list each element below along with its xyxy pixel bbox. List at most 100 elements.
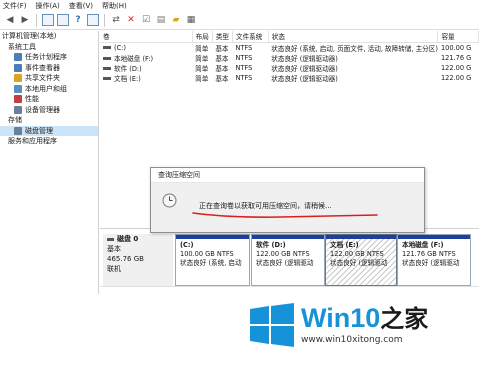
- dialog-title: 查询压缩空间: [151, 168, 424, 182]
- partition-d[interactable]: 软件 (D:) 122.00 GB NTFS 状态良好 (逻辑驱动: [251, 234, 325, 286]
- cell-text: NTFS: [235, 53, 253, 62]
- tree-item[interactable]: 存储: [0, 115, 98, 126]
- table-cell: 状态良好 (逻辑驱动器): [268, 73, 438, 83]
- table-cell: 122.00 G: [438, 63, 479, 73]
- delete-icon[interactable]: ✕: [125, 14, 137, 26]
- disk-size: 465.76 GB: [107, 255, 144, 263]
- menu-help[interactable]: 帮助(H): [102, 1, 127, 11]
- tree-item[interactable]: 本地用户和组: [0, 84, 98, 95]
- tree-item[interactable]: 服务和应用程序: [0, 136, 98, 147]
- dialog-body: 正在查询卷以获取可用压缩空间，请稍候...: [151, 182, 424, 232]
- disk-type: 基本: [107, 245, 121, 253]
- partition-f[interactable]: 本地磁盘 (F:) 121.76 GB NTFS 状态良好 (逻辑驱动: [397, 234, 471, 286]
- cell-text: 简单: [195, 54, 209, 63]
- partition-name: (C:): [180, 241, 194, 249]
- tree-item-icon: [14, 95, 22, 104]
- tree-item-icon: [14, 74, 22, 83]
- tree-item-icon: [14, 105, 22, 114]
- volume-icon: [103, 46, 111, 49]
- table-cell: 简单: [192, 42, 212, 53]
- cell-text: 基本: [215, 64, 229, 73]
- cell-text: 本地磁盘 (F:): [114, 54, 154, 63]
- tree-item-icon: [14, 63, 22, 72]
- table-row[interactable]: 软件 (D:) 简单 基本 NTFS 状态良好 (逻辑驱动器) 122.00 G: [100, 63, 479, 73]
- tree-item-label: 性能: [25, 95, 39, 103]
- brand-win10: Win10: [301, 303, 381, 333]
- logical-partition-bar: [398, 235, 470, 239]
- legend-strip: [100, 286, 479, 294]
- connect-icon[interactable]: ⇄: [110, 14, 122, 26]
- tree-item[interactable]: 磁盘管理: [0, 125, 98, 136]
- col-filesystem[interactable]: 文件系统: [232, 31, 269, 43]
- folder-icon[interactable]: ▰: [170, 14, 182, 26]
- show-hide-icon[interactable]: [87, 14, 99, 26]
- table-row[interactable]: 本地磁盘 (F:) 简单 基本 NTFS 状态良好 (逻辑驱动器) 121.76 G: [100, 53, 479, 63]
- disk-icon: [107, 237, 114, 241]
- back-icon[interactable]: ◀: [4, 14, 16, 26]
- partition-e[interactable]: 文档 (E:) 122.00 GB NTFS 状态良好 (逻辑驱动: [325, 234, 397, 286]
- table-cell: 基本: [212, 42, 232, 53]
- table-header: 卷 布局 类型 文件系统 状态 容量: [100, 31, 479, 43]
- forward-icon[interactable]: ▶: [19, 14, 31, 26]
- volume-icon: [103, 67, 111, 70]
- table-cell: 100.00 G: [438, 42, 479, 53]
- tree-item-label: 存储: [8, 116, 22, 124]
- col-type[interactable]: 类型: [212, 31, 234, 43]
- cell-text: (C:): [114, 43, 126, 52]
- cell-text: 基本: [215, 74, 229, 83]
- tree-item[interactable]: 任务计划程序: [0, 52, 98, 63]
- menu-action[interactable]: 操作(A): [36, 1, 60, 11]
- watermark-brand: Win10之家: [301, 302, 428, 335]
- table-row[interactable]: 文档 (E:) 简单 基本 NTFS 状态良好 (逻辑驱动器) 122.00 G: [100, 73, 479, 83]
- table-cell: NTFS: [233, 42, 269, 53]
- table-cell: (C:): [100, 42, 192, 53]
- table-cell: 121.76 G: [438, 53, 479, 63]
- col-status[interactable]: 状态: [268, 31, 439, 43]
- disk-name-row: 磁盘 0: [107, 234, 173, 244]
- table-cell: 状态良好 (逻辑驱动器): [268, 53, 438, 63]
- properties-icon[interactable]: [57, 14, 69, 26]
- table-row[interactable]: (C:) 简单 基本 NTFS 状态良好 (系统, 启动, 页面文件, 活动, 故障转储…: [100, 42, 479, 53]
- tree-item[interactable]: 性能: [0, 94, 98, 105]
- partition-status: 状态良好 (系统, 启动: [180, 259, 242, 267]
- cell-text: NTFS: [235, 73, 253, 82]
- volume-icon: [103, 77, 111, 80]
- partition-c[interactable]: (C:) 100.00 GB NTFS 状态良好 (系统, 启动: [175, 234, 250, 286]
- partition-status: 状态良好 (逻辑驱动: [402, 259, 460, 267]
- menu-file[interactable]: 文件(F): [3, 1, 27, 11]
- help-icon[interactable]: ?: [72, 14, 84, 26]
- tree-item[interactable]: 共享文件夹: [0, 73, 98, 84]
- table-cell: 简单: [192, 73, 212, 83]
- toolbar-separator: [104, 13, 105, 27]
- tree-item[interactable]: 计算机管理(本地): [0, 31, 98, 42]
- cell-text: 简单: [195, 74, 209, 83]
- console-tree-icon[interactable]: [42, 14, 54, 26]
- tree-item[interactable]: 设备管理器: [0, 105, 98, 116]
- col-capacity[interactable]: 容量: [437, 31, 479, 43]
- primary-partition-bar: [176, 235, 249, 239]
- partition-name: 本地磁盘 (F:): [402, 241, 444, 249]
- shrink-query-dialog: 查询压缩空间 正在查询卷以获取可用压缩空间，请稍候...: [150, 167, 425, 233]
- cell-text: 简单: [195, 64, 209, 73]
- volume-table: 卷 布局 类型 文件系统 状态 容量 (C:) 简单 基本 NTFS 状态良好 (系统,…: [100, 31, 479, 83]
- grid-icon[interactable]: ▦: [185, 14, 197, 26]
- watermark-url: www.win10xitong.com: [301, 335, 403, 345]
- menu-view[interactable]: 查看(V): [69, 1, 93, 11]
- cell-text: 状态良好 (逻辑驱动器): [271, 54, 338, 63]
- tree-item-label: 共享文件夹: [25, 74, 60, 82]
- cell-text: 122.00 G: [440, 73, 472, 82]
- table-cell: 状态良好 (系统, 启动, 页面文件, 活动, 故障转储, 主分区): [268, 42, 438, 53]
- check-icon[interactable]: ☑: [140, 14, 152, 26]
- tree-item[interactable]: 系统工具: [0, 42, 98, 53]
- partition-size: 100.00 GB NTFS: [180, 250, 234, 258]
- disk-status: 联机: [107, 265, 121, 273]
- tree-item-icon: [14, 84, 22, 93]
- tree-item[interactable]: 事件查看器: [0, 63, 98, 74]
- windows-logo-icon: [250, 303, 294, 347]
- disk-info[interactable]: 磁盘 0 基本 465.76 GB 联机: [103, 234, 173, 286]
- col-volume[interactable]: 卷: [100, 31, 193, 43]
- table-cell: 软件 (D:): [100, 63, 192, 73]
- table-cell: NTFS: [233, 53, 269, 63]
- document-icon[interactable]: ▤: [155, 14, 167, 26]
- col-layout[interactable]: 布局: [192, 31, 213, 43]
